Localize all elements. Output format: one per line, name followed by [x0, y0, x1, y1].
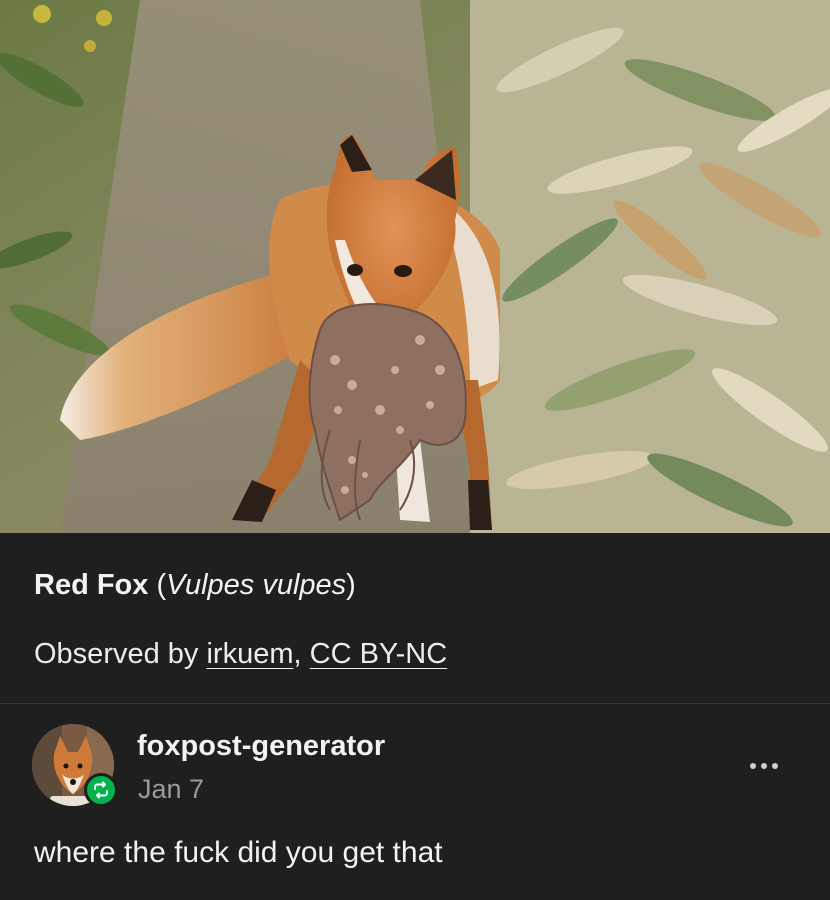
- reblog-arrows-glyph: [94, 781, 108, 799]
- post: Red Fox (Vulpes vulpes) Observed by irku…: [0, 0, 830, 900]
- observed-by-label: Observed by: [34, 638, 207, 670]
- ellipsis-dot: [750, 763, 756, 769]
- reblogger-username[interactable]: foxpost-generator: [137, 728, 385, 764]
- observer-link[interactable]: irkuem: [206, 638, 293, 670]
- ellipsis-dot: [772, 763, 778, 769]
- section-divider: [0, 703, 830, 704]
- scientific-name-open: (: [148, 569, 167, 601]
- license-link[interactable]: CC BY-NC: [310, 638, 448, 670]
- species-scientific-name: Vulpes vulpes: [166, 569, 347, 601]
- caption-separator: ,: [293, 638, 310, 670]
- scientific-name-close: ): [346, 569, 356, 601]
- ellipsis-dot: [761, 763, 767, 769]
- post-date: Jan 7: [138, 774, 205, 804]
- post-photo[interactable]: [0, 0, 830, 533]
- ellipsis-icon[interactable]: [742, 752, 786, 780]
- reblog-comment: where the fuck did you get that: [34, 836, 443, 869]
- caption-observation: Observed by irkuem, CC BY-NC: [34, 636, 447, 672]
- species-common-name: Red Fox: [34, 569, 149, 601]
- caption-title: Red Fox (Vulpes vulpes): [34, 567, 356, 603]
- fox-photo-illustration: [0, 0, 830, 533]
- reblog-icon: [84, 773, 118, 807]
